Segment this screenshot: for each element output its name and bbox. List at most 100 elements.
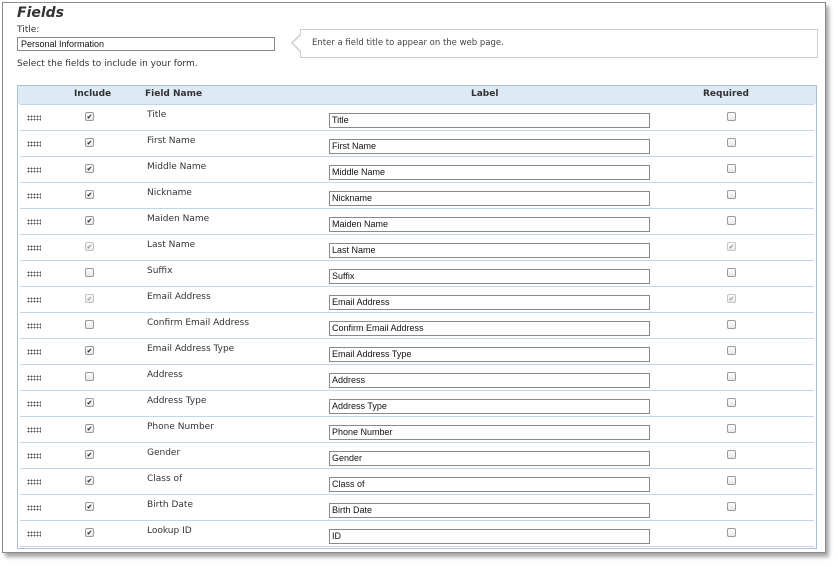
field-name: Email Address Type: [147, 344, 235, 354]
required-checkbox[interactable]: [727, 450, 736, 459]
required-checkbox[interactable]: [727, 164, 736, 173]
required-checkbox[interactable]: [727, 424, 736, 433]
table-row: Maiden Name Maiden Name: [20, 209, 814, 235]
label-input[interactable]: Middle Name: [329, 165, 650, 180]
include-checkbox[interactable]: [85, 190, 94, 199]
required-checkbox[interactable]: [727, 528, 736, 537]
include-checkbox[interactable]: [85, 164, 94, 173]
label-input[interactable]: Phone Number: [329, 425, 650, 440]
grid-rows: Title Title First Name First Name Middle Nam…: [18, 104, 816, 547]
drag-handle-icon[interactable]: [27, 375, 41, 381]
title-label: Title:: [17, 25, 40, 35]
include-checkbox[interactable]: [85, 424, 94, 433]
field-name: Class of: [147, 474, 183, 484]
table-row: Email Address Email Address: [20, 287, 814, 313]
label-input[interactable]: Title: [329, 113, 650, 128]
fields-panel: Fields Title: Personal Information Enter…: [2, 2, 826, 553]
drag-handle-icon[interactable]: [27, 401, 41, 407]
required-checkbox[interactable]: [727, 216, 736, 225]
required-checkbox[interactable]: [727, 268, 736, 277]
include-checkbox[interactable]: [85, 450, 94, 459]
required-checkbox[interactable]: [727, 372, 736, 381]
table-row: Nickname Nickname: [20, 183, 814, 209]
label-input[interactable]: Class of: [329, 477, 650, 492]
label-input[interactable]: Confirm Email Address: [329, 321, 650, 336]
label-input[interactable]: Maiden Name: [329, 217, 650, 232]
field-name: Middle Name: [147, 162, 207, 172]
include-checkbox[interactable]: [85, 112, 94, 121]
label-input[interactable]: Email Address: [329, 295, 650, 310]
drag-handle-icon[interactable]: [27, 115, 41, 121]
include-checkbox[interactable]: [85, 476, 94, 485]
label-input[interactable]: Email Address Type: [329, 347, 650, 362]
label-input[interactable]: Nickname: [329, 191, 650, 206]
required-checkbox[interactable]: [727, 138, 736, 147]
required-checkbox[interactable]: [727, 398, 736, 407]
drag-handle-icon[interactable]: [27, 323, 41, 329]
include-checkbox[interactable]: [85, 346, 94, 355]
field-name: Suffix: [147, 266, 173, 276]
drag-handle-icon[interactable]: [27, 297, 41, 303]
field-name: Lookup ID: [147, 526, 192, 536]
field-name: Phone Number: [147, 422, 214, 432]
required-checkbox[interactable]: [727, 346, 736, 355]
required-checkbox[interactable]: [727, 476, 736, 485]
include-checkbox[interactable]: [85, 398, 94, 407]
label-input[interactable]: ID: [329, 529, 650, 544]
drag-handle-icon[interactable]: [27, 167, 41, 173]
table-row: Last Name Last Name: [20, 235, 814, 261]
header-required[interactable]: Required: [703, 89, 749, 99]
include-checkbox[interactable]: [85, 502, 94, 511]
field-name: Confirm Email Address: [147, 318, 250, 328]
table-row: Suffix Suffix: [20, 261, 814, 287]
table-row: Email Address Type Email Address Type: [20, 339, 814, 365]
drag-handle-icon[interactable]: [27, 245, 41, 251]
table-row: First Name First Name: [20, 131, 814, 157]
include-checkbox[interactable]: [85, 268, 94, 277]
drag-handle-icon[interactable]: [27, 453, 41, 459]
drag-handle-icon[interactable]: [27, 219, 41, 225]
drag-handle-icon[interactable]: [27, 479, 41, 485]
label-input[interactable]: Gender: [329, 451, 650, 466]
required-checkbox: [727, 242, 736, 251]
label-input[interactable]: First Name: [329, 139, 650, 154]
include-checkbox[interactable]: [85, 372, 94, 381]
field-name: Last Name: [147, 240, 196, 250]
required-checkbox[interactable]: [727, 112, 736, 121]
section-title: Fields: [17, 5, 65, 21]
table-row: Title Title: [20, 104, 814, 131]
drag-handle-icon[interactable]: [27, 193, 41, 199]
field-name: Nickname: [147, 188, 192, 198]
required-checkbox[interactable]: [727, 502, 736, 511]
include-checkbox: [85, 294, 94, 303]
drag-handle-icon[interactable]: [27, 531, 41, 537]
label-input[interactable]: Birth Date: [329, 503, 650, 518]
drag-handle-icon[interactable]: [27, 505, 41, 511]
drag-handle-icon[interactable]: [27, 349, 41, 355]
drag-handle-icon[interactable]: [27, 271, 41, 277]
label-input[interactable]: Suffix: [329, 269, 650, 284]
include-checkbox[interactable]: [85, 320, 94, 329]
table-row: Birth Date Birth Date: [20, 495, 814, 521]
label-input[interactable]: Last Name: [329, 243, 650, 258]
required-checkbox[interactable]: [727, 320, 736, 329]
field-name: Email Address: [147, 292, 211, 302]
table-row: Confirm Email Address Confirm Email Addre…: [20, 313, 814, 339]
include-checkbox[interactable]: [85, 216, 94, 225]
field-title-tip: Enter a field title to appear on the web…: [300, 29, 818, 58]
header-field-name[interactable]: Field Name: [145, 89, 202, 99]
field-name: First Name: [147, 136, 196, 146]
include-checkbox[interactable]: [85, 528, 94, 537]
table-row: Address Type Address Type: [20, 391, 814, 417]
field-name: Birth Date: [147, 500, 193, 510]
header-include[interactable]: Include: [74, 89, 111, 99]
drag-handle-icon[interactable]: [27, 141, 41, 147]
label-input[interactable]: Address: [329, 373, 650, 388]
table-row: Middle Name Middle Name: [20, 157, 814, 183]
include-checkbox[interactable]: [85, 138, 94, 147]
required-checkbox[interactable]: [727, 190, 736, 199]
title-input[interactable]: Personal Information: [17, 37, 275, 51]
label-input[interactable]: Address Type: [329, 399, 650, 414]
header-label[interactable]: Label: [471, 89, 498, 99]
drag-handle-icon[interactable]: [27, 427, 41, 433]
